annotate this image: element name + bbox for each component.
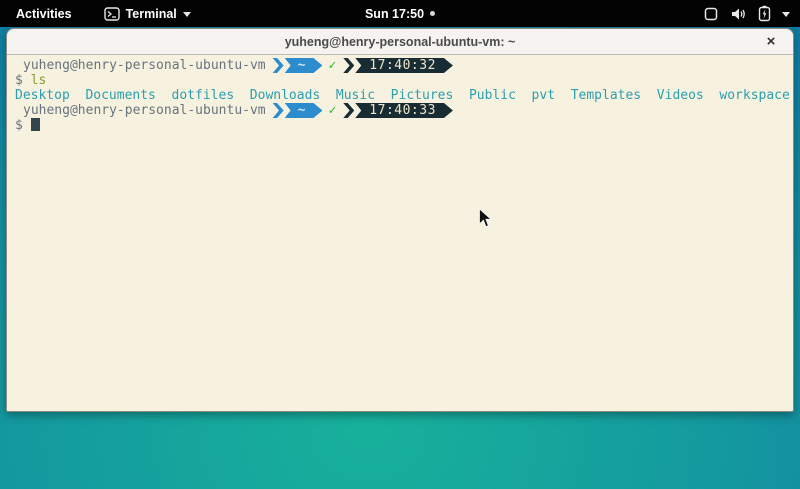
powerline-separator-icon: [273, 103, 284, 118]
prompt-cwd-segment: ~: [285, 58, 323, 73]
window-title-bar[interactable]: yuheng@henry-personal-ubuntu-vm: ~ ×: [7, 29, 793, 55]
powerline-separator-icon: [343, 103, 354, 118]
chevron-down-icon: [782, 12, 790, 17]
prompt-time-segment: 17:40:32: [355, 58, 453, 73]
mouse-cursor: [478, 208, 493, 234]
app-menu-label: Terminal: [126, 7, 177, 21]
prompt-time-segment: 17:40:33: [355, 103, 453, 118]
prompt-cwd-segment: ~: [285, 103, 323, 118]
display-icon: [703, 6, 719, 22]
clock-label: Sun 17:50: [365, 7, 424, 21]
status-check-icon: ✓: [328, 103, 336, 118]
terminal-command-line: $ ls: [15, 73, 789, 88]
system-status-area[interactable]: [703, 5, 790, 22]
prompt-host: yuheng@henry-personal-ubuntu-vm: [15, 58, 266, 73]
activities-button[interactable]: Activities: [12, 4, 76, 24]
terminal-input-line: $: [15, 118, 789, 133]
status-check-icon: ✓: [328, 58, 336, 73]
powerline-separator-icon: [343, 58, 354, 73]
terminal-prompt-line: yuheng@henry-personal-ubuntu-vm ~ ✓ 17:4…: [15, 103, 789, 118]
close-button[interactable]: ×: [762, 33, 780, 51]
chevron-down-icon: [183, 12, 191, 17]
top-bar: Activities Terminal Sun 17:50: [0, 0, 800, 27]
powerline-separator-icon: [273, 58, 284, 73]
terminal-window: yuheng@henry-personal-ubuntu-vm: ~ × yuh…: [6, 28, 794, 412]
volume-icon: [730, 6, 747, 22]
prompt-dollar: $: [15, 73, 23, 88]
command-text: ls: [31, 73, 47, 88]
prompt-dollar: $: [15, 118, 23, 133]
notification-dot-icon: [430, 11, 435, 16]
clock[interactable]: Sun 17:50: [365, 0, 435, 27]
prompt-host: yuheng@henry-personal-ubuntu-vm: [15, 103, 266, 118]
terminal-content[interactable]: yuheng@henry-personal-ubuntu-vm ~ ✓ 17:4…: [7, 55, 793, 411]
ls-output-line: Desktop Documents dotfiles Downloads Mus…: [15, 88, 789, 103]
terminal-prompt-line: yuheng@henry-personal-ubuntu-vm ~ ✓ 17:4…: [15, 58, 789, 73]
terminal-icon: [104, 7, 120, 21]
app-menu-terminal[interactable]: Terminal: [104, 7, 191, 21]
window-title: yuheng@henry-personal-ubuntu-vm: ~: [285, 35, 516, 49]
battery-charging-icon: [758, 5, 771, 22]
text-cursor: [31, 118, 40, 131]
